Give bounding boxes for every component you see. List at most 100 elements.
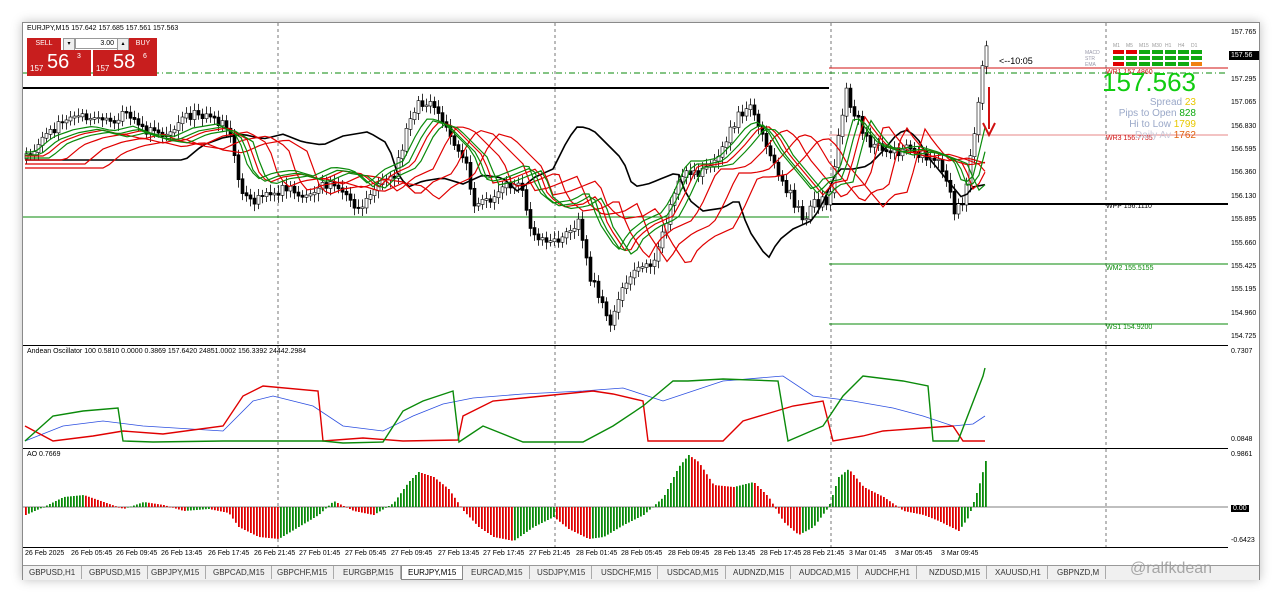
ao-bar — [214, 507, 216, 511]
symbol-tab[interactable]: XAUUSD,H1 — [989, 566, 1048, 579]
time-axis[interactable]: 26 Feb 2025 26 Feb 05:45 26 Feb 09:45 26 Fe… — [23, 548, 1228, 564]
price-chart-canvas[interactable] — [23, 23, 1228, 345]
candle-body — [732, 126, 737, 129]
ao-bar — [691, 457, 693, 507]
tf-signal-cell — [1152, 62, 1163, 66]
ao-bar — [979, 483, 981, 507]
current-price-tag: 157.56 — [1229, 51, 1259, 60]
candle-body — [408, 118, 413, 130]
symbol-tab[interactable]: EURJPY,M15 — [401, 566, 464, 580]
symbol-tab[interactable]: USDCAD,M15 — [661, 566, 726, 579]
ao-bar — [67, 496, 69, 507]
candle-body — [336, 184, 341, 190]
ao-bar — [556, 507, 558, 520]
symbol-tab[interactable]: GBPNZD,M — [1051, 566, 1107, 579]
candle-body — [728, 126, 733, 144]
ao-bar — [382, 507, 384, 510]
symbol-tab[interactable]: GBPCAD,M15 — [207, 566, 272, 579]
symbol-tab[interactable]: AUDNZD,M15 — [727, 566, 792, 579]
ao-bar — [355, 507, 357, 512]
ao-bar — [229, 507, 231, 515]
candle-body — [348, 193, 353, 201]
ao-bar — [448, 489, 450, 507]
candle-body — [372, 189, 377, 196]
ao-bar — [811, 507, 813, 529]
candle-body — [180, 116, 185, 125]
buy-price-box[interactable]: 157 58 6 — [93, 50, 157, 76]
candle-body — [792, 189, 797, 208]
ao-bar — [790, 507, 792, 529]
ao-bar — [697, 461, 699, 507]
symbol-tab[interactable]: USDJPY,M15 — [531, 566, 593, 579]
symbol-tab[interactable]: AUDCAD,M15 — [793, 566, 858, 579]
ao-bar — [280, 507, 282, 538]
ao-bar — [694, 459, 696, 507]
ao-bar — [535, 507, 537, 526]
tf-signal-cell — [1178, 62, 1189, 66]
ao-bar — [433, 477, 435, 507]
candle-body — [556, 238, 561, 243]
ao-bar — [640, 507, 642, 517]
candle-body — [952, 190, 957, 215]
andean-oscillator-canvas[interactable] — [23, 346, 1228, 448]
ao-bar — [340, 504, 342, 507]
price-axis-tick: 155.425 — [1231, 263, 1257, 270]
ao-bar — [949, 507, 951, 527]
candle-body — [152, 127, 157, 132]
ao-bar — [64, 496, 66, 507]
ao-bar — [736, 486, 738, 507]
ao-bar — [460, 506, 462, 508]
symbol-tab[interactable]: GBPCHF,M15 — [271, 566, 335, 579]
watermark: @ralfkdean — [1130, 560, 1213, 577]
symbol-tab[interactable]: EURCAD,M15 — [465, 566, 530, 579]
ao-bar — [118, 507, 120, 508]
awesome-oscillator-canvas[interactable] — [23, 449, 1228, 547]
candle-body — [472, 187, 477, 207]
candle-body — [492, 196, 497, 203]
ao-bar — [349, 507, 351, 509]
ao-bar — [199, 507, 201, 510]
ao-bar — [571, 507, 573, 531]
tf-header: M1 — [1113, 43, 1120, 49]
candle-body — [748, 104, 753, 110]
andean-oscillator-pane[interactable]: Andean Oscillator 100 0.5810 0.0000 0.38… — [23, 346, 1228, 449]
ao-bar — [388, 506, 390, 507]
ao-bar — [277, 507, 279, 539]
candle-body — [636, 266, 641, 272]
symbol-tab[interactable]: GBPUSD,H1 — [23, 566, 83, 579]
candle-body — [884, 149, 889, 153]
pips-to-open-row: Pips to Open 828 — [1119, 108, 1196, 119]
tf-header: M5 — [1126, 43, 1133, 49]
symbol-tab[interactable]: EURGBP,M15 — [337, 566, 401, 579]
sell-button[interactable]: SELL — [27, 38, 61, 50]
ao-bar — [796, 507, 798, 534]
ao-bar — [652, 506, 654, 508]
symbol-tab[interactable]: GBPUSD,M15 — [83, 566, 148, 579]
sell-price-box[interactable]: 157 56 3 — [27, 50, 91, 76]
candle-body — [116, 119, 121, 124]
ao-bar — [442, 484, 444, 507]
symbol-title: EURJPY,M15 157.642 157.685 157.561 157.5… — [27, 25, 179, 32]
buy-button[interactable]: BUY — [129, 38, 157, 50]
candle-body — [44, 133, 49, 139]
symbol-tab[interactable]: GBPJPY,M15 — [145, 566, 207, 579]
ao-bar — [583, 507, 585, 537]
ao-bar — [946, 507, 948, 525]
ao-bar — [34, 507, 36, 511]
ao-bar — [724, 486, 726, 507]
price-pane[interactable]: EURJPY,M15 157.642 157.685 157.561 157.5… — [23, 23, 1228, 346]
tf-signal-cell — [1113, 62, 1124, 66]
symbol-tab[interactable]: USDCHF,M15 — [595, 566, 659, 579]
ao-bar — [679, 465, 681, 507]
ao-bar — [586, 507, 588, 538]
ao-bar — [859, 482, 861, 507]
ao-bar — [727, 486, 729, 507]
tf-signal-cell — [1126, 50, 1137, 54]
ao-bar — [793, 507, 795, 531]
symbol-tab[interactable]: AUDCHF,H1 — [859, 566, 917, 579]
ao-bar — [643, 507, 645, 515]
symbol-tab[interactable]: NZDUSD,M15 — [923, 566, 988, 579]
awesome-oscillator-pane[interactable]: AO 0.7669 — [23, 449, 1228, 548]
ao-bar — [730, 486, 732, 507]
price-axis[interactable]: 157.765157.530157.295157.065156.830156.5… — [1229, 23, 1259, 345]
